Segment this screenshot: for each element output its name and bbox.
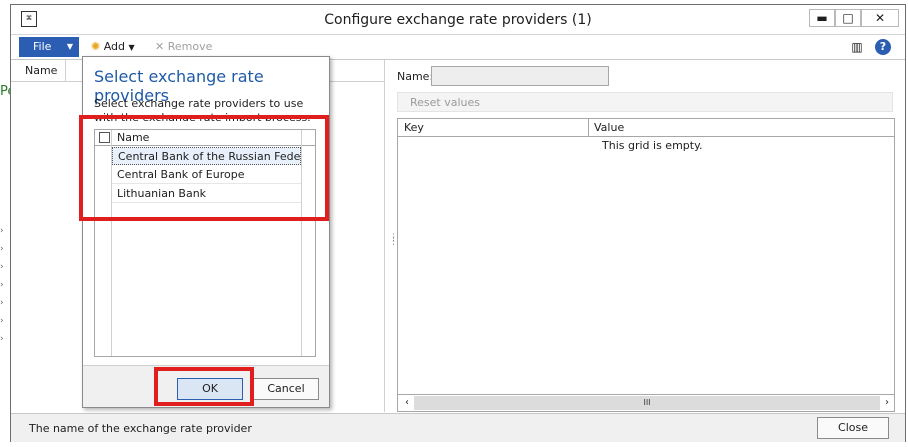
remove-label: Remove [167, 40, 213, 53]
highlight-ok-box [154, 367, 254, 406]
chevron-right-icon: › [0, 298, 4, 308]
layout-icon[interactable]: ▥ [849, 39, 865, 55]
highlight-providers-box [79, 115, 329, 221]
name-field[interactable] [431, 66, 609, 86]
scroll-right-icon[interactable]: › [880, 396, 894, 410]
name-column-header[interactable]: Name [25, 64, 57, 77]
chevron-right-icon: › [0, 226, 4, 236]
cancel-button[interactable]: Cancel [253, 378, 319, 400]
add-label: Add [103, 40, 126, 53]
caret-down-icon: ▼ [66, 42, 73, 51]
name-field-label: Name: [397, 70, 434, 83]
reset-values-bar: Reset values [397, 92, 893, 112]
file-label: File [33, 40, 52, 53]
add-sun-icon: ✺ [91, 40, 101, 53]
chevron-right-icon: › [0, 334, 4, 344]
chevron-right-icon: › [0, 244, 4, 254]
value-column-header[interactable]: Value [594, 121, 624, 134]
maximize-button[interactable]: □ [835, 9, 861, 27]
window-title: Configure exchange rate providers (1) [324, 12, 592, 28]
column-divider [65, 60, 66, 82]
close-window-button[interactable]: ✕ [861, 9, 899, 27]
select-providers-dialog: Select exchange rate providers Select ex… [82, 56, 330, 408]
scroll-left-icon[interactable]: ‹ [400, 396, 414, 410]
background-app [0, 0, 10, 447]
key-value-grid: Key Value This grid is empty. ‹ III › [397, 118, 895, 412]
reset-values-button[interactable]: Reset values [410, 96, 480, 109]
add-button[interactable]: ✺ Add ▼ [91, 38, 135, 56]
remove-button[interactable]: ✕ Remove [155, 38, 212, 56]
status-bar: The name of the exchange rate provider C… [11, 413, 905, 442]
caret-down-icon: ▼ [128, 43, 135, 52]
column-divider [588, 119, 589, 137]
chevron-right-icon: › [0, 262, 4, 272]
file-menu-button[interactable]: File ▼ [19, 37, 79, 57]
key-column-header[interactable]: Key [404, 121, 424, 134]
chevron-right-icon: › [0, 316, 4, 326]
help-icon[interactable]: ? [875, 39, 891, 55]
minimize-button[interactable]: ▬ [809, 9, 835, 27]
horizontal-scrollbar[interactable]: ‹ III › [398, 394, 894, 411]
title-bar: ⌘ Configure exchange rate providers (1) … [11, 5, 905, 35]
scroll-thumb[interactable]: III [414, 396, 880, 410]
chevron-right-icon: › [0, 280, 4, 290]
close-button[interactable]: Close [817, 417, 889, 439]
grid-header: Key Value [398, 119, 894, 137]
empty-grid-message: This grid is empty. [602, 139, 703, 152]
remove-x-icon: ✕ [155, 40, 165, 53]
status-text: The name of the exchange rate provider [29, 422, 252, 435]
details-pane: Name: Reset values Key Value This grid i… [391, 60, 905, 412]
